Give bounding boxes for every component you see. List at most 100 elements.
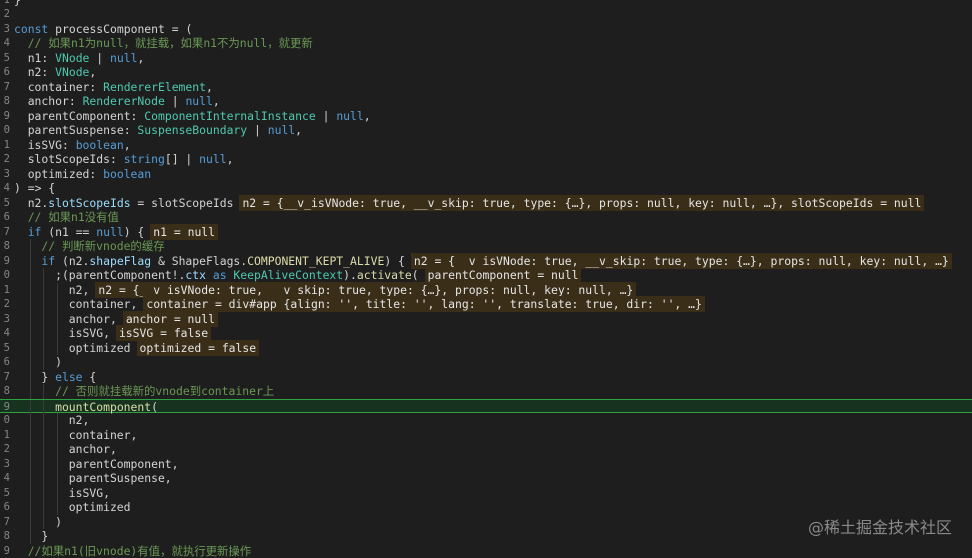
indent-guide — [43, 413, 44, 428]
indent-guide — [30, 341, 31, 356]
code-text: //如果n1(旧vnode)有值，就执行更新操作 — [28, 544, 252, 558]
code-token: container: — [28, 80, 103, 94]
code-token: anchor: — [28, 94, 83, 108]
code-line[interactable]: 3 parentComponent, — [0, 457, 972, 472]
code-line[interactable]: 9parentComponent: ComponentInternalInsta… — [0, 109, 972, 124]
code-line[interactable]: 3anchor,anchor = null — [0, 312, 972, 327]
code-token: | — [165, 94, 186, 108]
code-token: anchor, — [69, 312, 117, 326]
code-line[interactable]: 8anchor: RendererNode | null, — [0, 94, 972, 109]
code-line[interactable]: 0n2, — [0, 413, 972, 428]
code-token: n2: — [28, 65, 55, 79]
code-line[interactable]: 4isSVG,isSVG = false — [0, 326, 972, 341]
current-line[interactable]: 9mountComponent( — [0, 399, 972, 414]
code-line[interactable]: 5optimizedoptimized = false — [0, 341, 972, 356]
indent-guide — [43, 283, 44, 298]
code-token: VNode — [55, 65, 89, 79]
code-line[interactable]: 5n1: VNode | null, — [0, 51, 972, 66]
code-token: shapeFlag — [89, 254, 151, 268]
code-line[interactable]: 3const processComponent = ( — [0, 22, 972, 37]
indent-guide — [30, 370, 31, 385]
code-line[interactable]: 6optimized — [0, 500, 972, 515]
indent-guide — [43, 486, 44, 501]
indent-guide — [43, 457, 44, 472]
code-line[interactable]: 7container: RendererElement, — [0, 80, 972, 95]
code-line[interactable]: 6) — [0, 355, 972, 370]
code-text: anchor, — [69, 442, 117, 457]
line-number: 5 — [0, 51, 10, 66]
code-token: ) => { — [14, 181, 55, 195]
code-token: // 否则就挂载新的vnode到container上 — [55, 384, 274, 398]
code-line[interactable]: 2 — [0, 7, 972, 22]
code-line[interactable]: 2slotScopeIds: string[] | null, — [0, 152, 972, 167]
code-line[interactable]: 6n2: VNode, — [0, 65, 972, 80]
indent-guide — [30, 500, 31, 515]
code-text: slotScopeIds: string[] | null, — [28, 152, 234, 167]
line-number: 3 — [0, 457, 10, 472]
indent-guide — [57, 341, 58, 356]
code-line[interactable]: 4parentSuspense, — [0, 471, 972, 486]
code-line[interactable]: 9//如果n1(旧vnode)有值，就执行更新操作 — [0, 544, 972, 558]
code-token: mountComponent — [55, 400, 151, 414]
indent-guide — [57, 442, 58, 457]
code-token: null — [185, 94, 212, 108]
indent-guide — [57, 283, 58, 298]
code-line[interactable]: 1container, — [0, 428, 972, 443]
code-token: n2, — [69, 283, 90, 297]
code-line[interactable]: 9if (n2.shapeFlag & ShapeFlags.COMPONENT… — [0, 254, 972, 269]
line-number: 8 — [0, 384, 10, 399]
indent-guide — [57, 500, 58, 515]
code-line[interactable]: 0parentSuspense: SuspenseBoundary | null… — [0, 123, 972, 138]
code-line[interactable]: 4// 如果n1为null，就挂载，如果n1不为null，就更新 — [0, 36, 972, 51]
line-number: 3 — [0, 167, 10, 182]
line-number: 7 — [0, 515, 10, 530]
code-line[interactable]: 1} — [0, 0, 972, 7]
code-text: isSVG,isSVG = false — [69, 326, 211, 341]
code-text: ) — [55, 355, 62, 370]
code-editor[interactable]: 1}23const processComponent = (4// 如果n1为n… — [0, 0, 972, 558]
code-text: // 否则就挂载新的vnode到container上 — [55, 384, 274, 399]
code-text: parentComponent, — [69, 457, 179, 472]
inline-debug-value: parentComponent = null — [425, 267, 582, 283]
code-token: parentSuspense, — [69, 471, 172, 485]
line-number: 7 — [0, 370, 10, 385]
code-line[interactable]: 2container,container = div#app {align: '… — [0, 297, 972, 312]
code-line[interactable]: 0;(parentComponent!.ctx as KeepAliveCont… — [0, 268, 972, 283]
line-number: 0 — [0, 268, 10, 283]
code-token: const — [14, 22, 55, 36]
code-text: } — [41, 529, 48, 544]
code-text: parentSuspense, — [69, 471, 172, 486]
code-text: mountComponent( — [55, 400, 158, 415]
code-line[interactable]: 6// 如果n1没有值 — [0, 210, 972, 225]
code-line[interactable]: 8// 判断新vnode的缓存 — [0, 239, 972, 254]
code-token: n2, — [69, 413, 90, 427]
code-token: null — [199, 152, 226, 166]
code-token: KeepAliveContext — [233, 268, 343, 282]
code-token: SuspenseBoundary — [137, 123, 247, 137]
code-line[interactable]: 2anchor, — [0, 442, 972, 457]
code-line[interactable]: 1isSVG: boolean, — [0, 138, 972, 153]
code-line[interactable]: 5n2.slotScopeIds = slotScopeIdsn2 = {__v… — [0, 196, 972, 211]
code-token: , — [213, 94, 220, 108]
code-line[interactable]: 3optimized: boolean — [0, 167, 972, 182]
indent-guide — [30, 442, 31, 457]
line-number: 5 — [0, 486, 10, 501]
code-token: isSVG, — [69, 326, 110, 340]
code-text: container,container = div#app {align: ''… — [69, 297, 705, 312]
code-line[interactable]: 7} else { — [0, 370, 972, 385]
code-line[interactable]: 1n2,n2 = {__v_isVNode: true, __v_skip: t… — [0, 283, 972, 298]
line-number: 1 — [0, 138, 10, 153]
code-line[interactable]: 7if (n1 == null) {n1 = null — [0, 225, 972, 240]
indent-guide — [30, 529, 31, 544]
code-text: parentSuspense: SuspenseBoundary | null, — [28, 123, 302, 138]
code-line[interactable]: 4) => { — [0, 181, 972, 196]
indent-guide — [30, 413, 31, 428]
code-token: ) — [55, 515, 62, 529]
indent-guide — [30, 471, 31, 486]
code-token: isSVG, — [69, 486, 110, 500]
code-line[interactable]: 5 isSVG, — [0, 486, 972, 501]
code-line[interactable]: 8 // 否则就挂载新的vnode到container上 — [0, 384, 972, 399]
inline-debug-value: container = div#app {align: '', title: '… — [143, 296, 704, 312]
code-token: , — [364, 109, 371, 123]
indent-guide — [43, 428, 44, 443]
